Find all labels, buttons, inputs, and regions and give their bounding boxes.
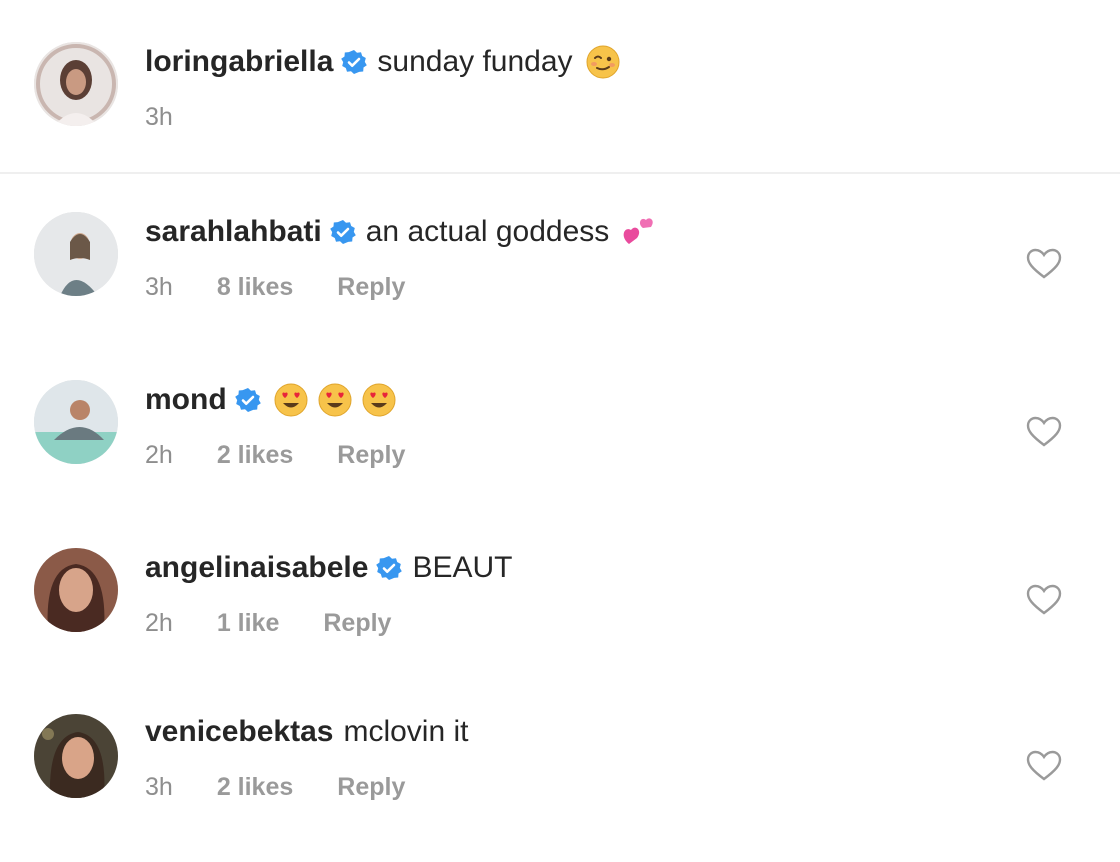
comment-row: angelinaisabele BEAUT 2h 1 like Reply [0,526,1120,676]
verified-badge-icon [329,219,356,245]
username[interactable]: loringabriella [145,45,333,79]
comment-line: sarahlahbati an actual goddess [145,212,657,252]
verified-badge-icon [234,387,261,413]
username[interactable]: sarahlahbati [145,215,322,249]
comment-line: mond [145,380,397,420]
avatar[interactable] [34,42,118,126]
verified-badge-icon [341,49,368,75]
avatar[interactable] [34,548,118,632]
caption-line: loringabriella sunday funday [145,42,621,82]
timestamp: 3h [145,772,173,801]
likes-count[interactable]: 2 likes [217,773,293,802]
comment-line: venicebektas mclovin it [145,712,468,752]
comment-row: mond 2h 2 likes Reply [0,358,1120,508]
heart-eyes-emoji-icon [361,382,397,418]
heart-icon[interactable] [1026,416,1062,448]
timestamp: 3h [145,272,173,301]
timestamp: 3h [145,102,173,131]
comment-row: sarahlahbati an actual goddess 3h 8 like… [0,190,1120,340]
caption-text: sunday funday [377,45,573,78]
username[interactable]: mond [145,383,227,417]
reply-button[interactable]: Reply [337,773,405,802]
comment-meta: 2h 2 likes Reply [145,438,449,472]
avatar[interactable] [34,380,118,464]
heart-icon[interactable] [1026,248,1062,280]
heart-eyes-emoji-icon [273,382,309,418]
username[interactable]: venicebektas [145,715,333,749]
avatar[interactable] [34,714,118,798]
verified-badge-icon [376,555,403,581]
comment-line: angelinaisabele BEAUT [145,548,512,588]
divider [0,172,1120,174]
comment-meta: 2h 1 like Reply [145,606,435,640]
avatar[interactable] [34,212,118,296]
two-hearts-emoji-icon [621,214,657,250]
reply-button[interactable]: Reply [337,273,405,302]
comment-meta: 3h 8 likes Reply [145,270,449,304]
reply-button[interactable]: Reply [323,609,391,638]
likes-count[interactable]: 1 like [217,609,280,638]
timestamp: 2h [145,440,173,469]
heart-eyes-emoji-icon [317,382,353,418]
heart-icon[interactable] [1026,750,1062,782]
comment-text: mclovin it [343,715,469,748]
heart-icon[interactable] [1026,584,1062,616]
comment-row: venicebektas mclovin it 3h 2 likes Reply [0,694,1120,844]
comment-meta: 3h 2 likes Reply [145,770,449,804]
caption-meta: 3h [145,100,217,134]
comment-text: an actual goddess [365,215,610,248]
timestamp: 2h [145,608,173,637]
woozy-face-emoji-icon [585,44,621,80]
username[interactable]: angelinaisabele [145,551,368,585]
likes-count[interactable]: 2 likes [217,441,293,470]
likes-count[interactable]: 8 likes [217,273,293,302]
reply-button[interactable]: Reply [337,441,405,470]
caption-row: loringabriella sunday funday 3h [0,0,1120,172]
comment-text: BEAUT [412,551,513,584]
